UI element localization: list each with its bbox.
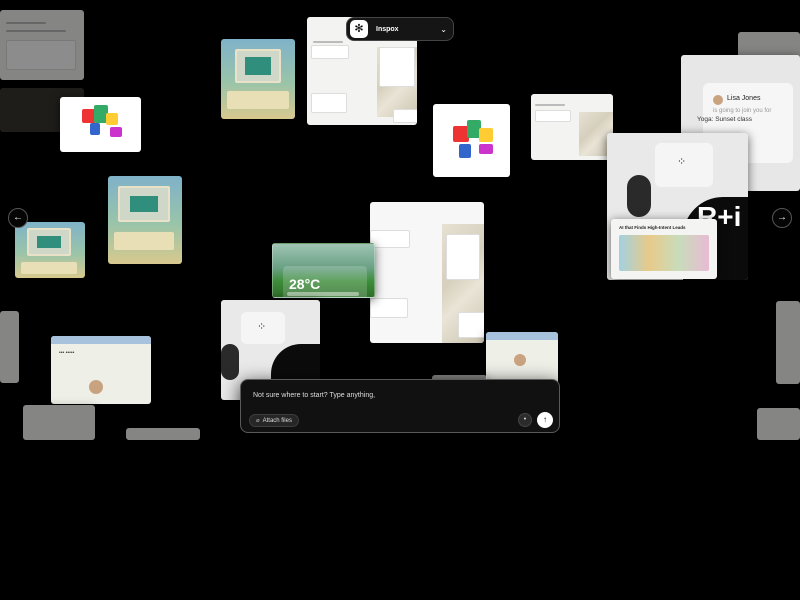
mic-button[interactable]: • [518,413,532,427]
gallery-card-spreadsheet[interactable]: ••• ••••• [51,336,151,404]
gallery-card-right-edge-bottom[interactable] [776,301,800,384]
send-button[interactable]: ↑ [537,412,553,428]
workspace-name: Inspox [376,25,399,33]
gallery-card-map-app-center[interactable] [370,202,484,343]
attach-files-button[interactable]: ⌀ Attach files [249,414,299,427]
gallery-card-promo[interactable]: AI that Finds High-Intent Leads [611,219,717,279]
gallery-card-left-edge[interactable] [0,311,19,383]
workspace-dropdown[interactable]: ✻ Inspox ⌄ [346,17,454,41]
gallery-card-retro-computer[interactable] [108,176,182,264]
promo-headline: AI that Finds High-Intent Leads [619,225,686,230]
gallery-card-stickers[interactable] [60,97,141,152]
grid-dots-icon: ⁘ [677,156,687,168]
gallery-card-weather[interactable]: 28°C [272,243,375,298]
arrow-up-icon: ↑ [543,415,547,424]
gallery-card-retro-desk[interactable] [221,39,295,119]
gallery-card-stickers-center[interactable] [433,104,510,177]
gallery-card-right-lower[interactable] [757,408,800,440]
weather-temperature: 28°C [289,276,321,292]
profile-event: Yoga: Sunset class [697,116,753,123]
gallery-card-bottom-left-2[interactable] [126,428,200,440]
next-arrow-button[interactable]: → [772,208,792,228]
gallery-card-browser[interactable] [0,10,84,80]
grid-dots-icon-2: ⁘ [257,321,267,333]
prev-arrow-button[interactable]: ← [8,208,28,228]
gallery-card-retro-computer-small[interactable] [15,222,85,278]
paperclip-icon: ⌀ [256,418,260,424]
gallery-card-bottom-left[interactable] [23,405,95,440]
workspace-logo-icon: ✻ [350,20,368,38]
card-gallery: ••• ••••• Lisa Jones is going to join yo… [0,0,800,440]
attach-files-label: Attach files [262,417,292,424]
chevron-down-icon: ⌄ [440,24,447,34]
profile-name: Lisa Jones [727,95,761,102]
gallery-card-map-app-right[interactable] [531,94,613,160]
prompt-composer: Not sure where to start? Type anything, … [240,379,560,433]
prompt-input[interactable]: Not sure where to start? Type anything, [253,392,375,399]
profile-status: is going to join you for [713,108,772,114]
mic-icon: • [523,416,527,423]
